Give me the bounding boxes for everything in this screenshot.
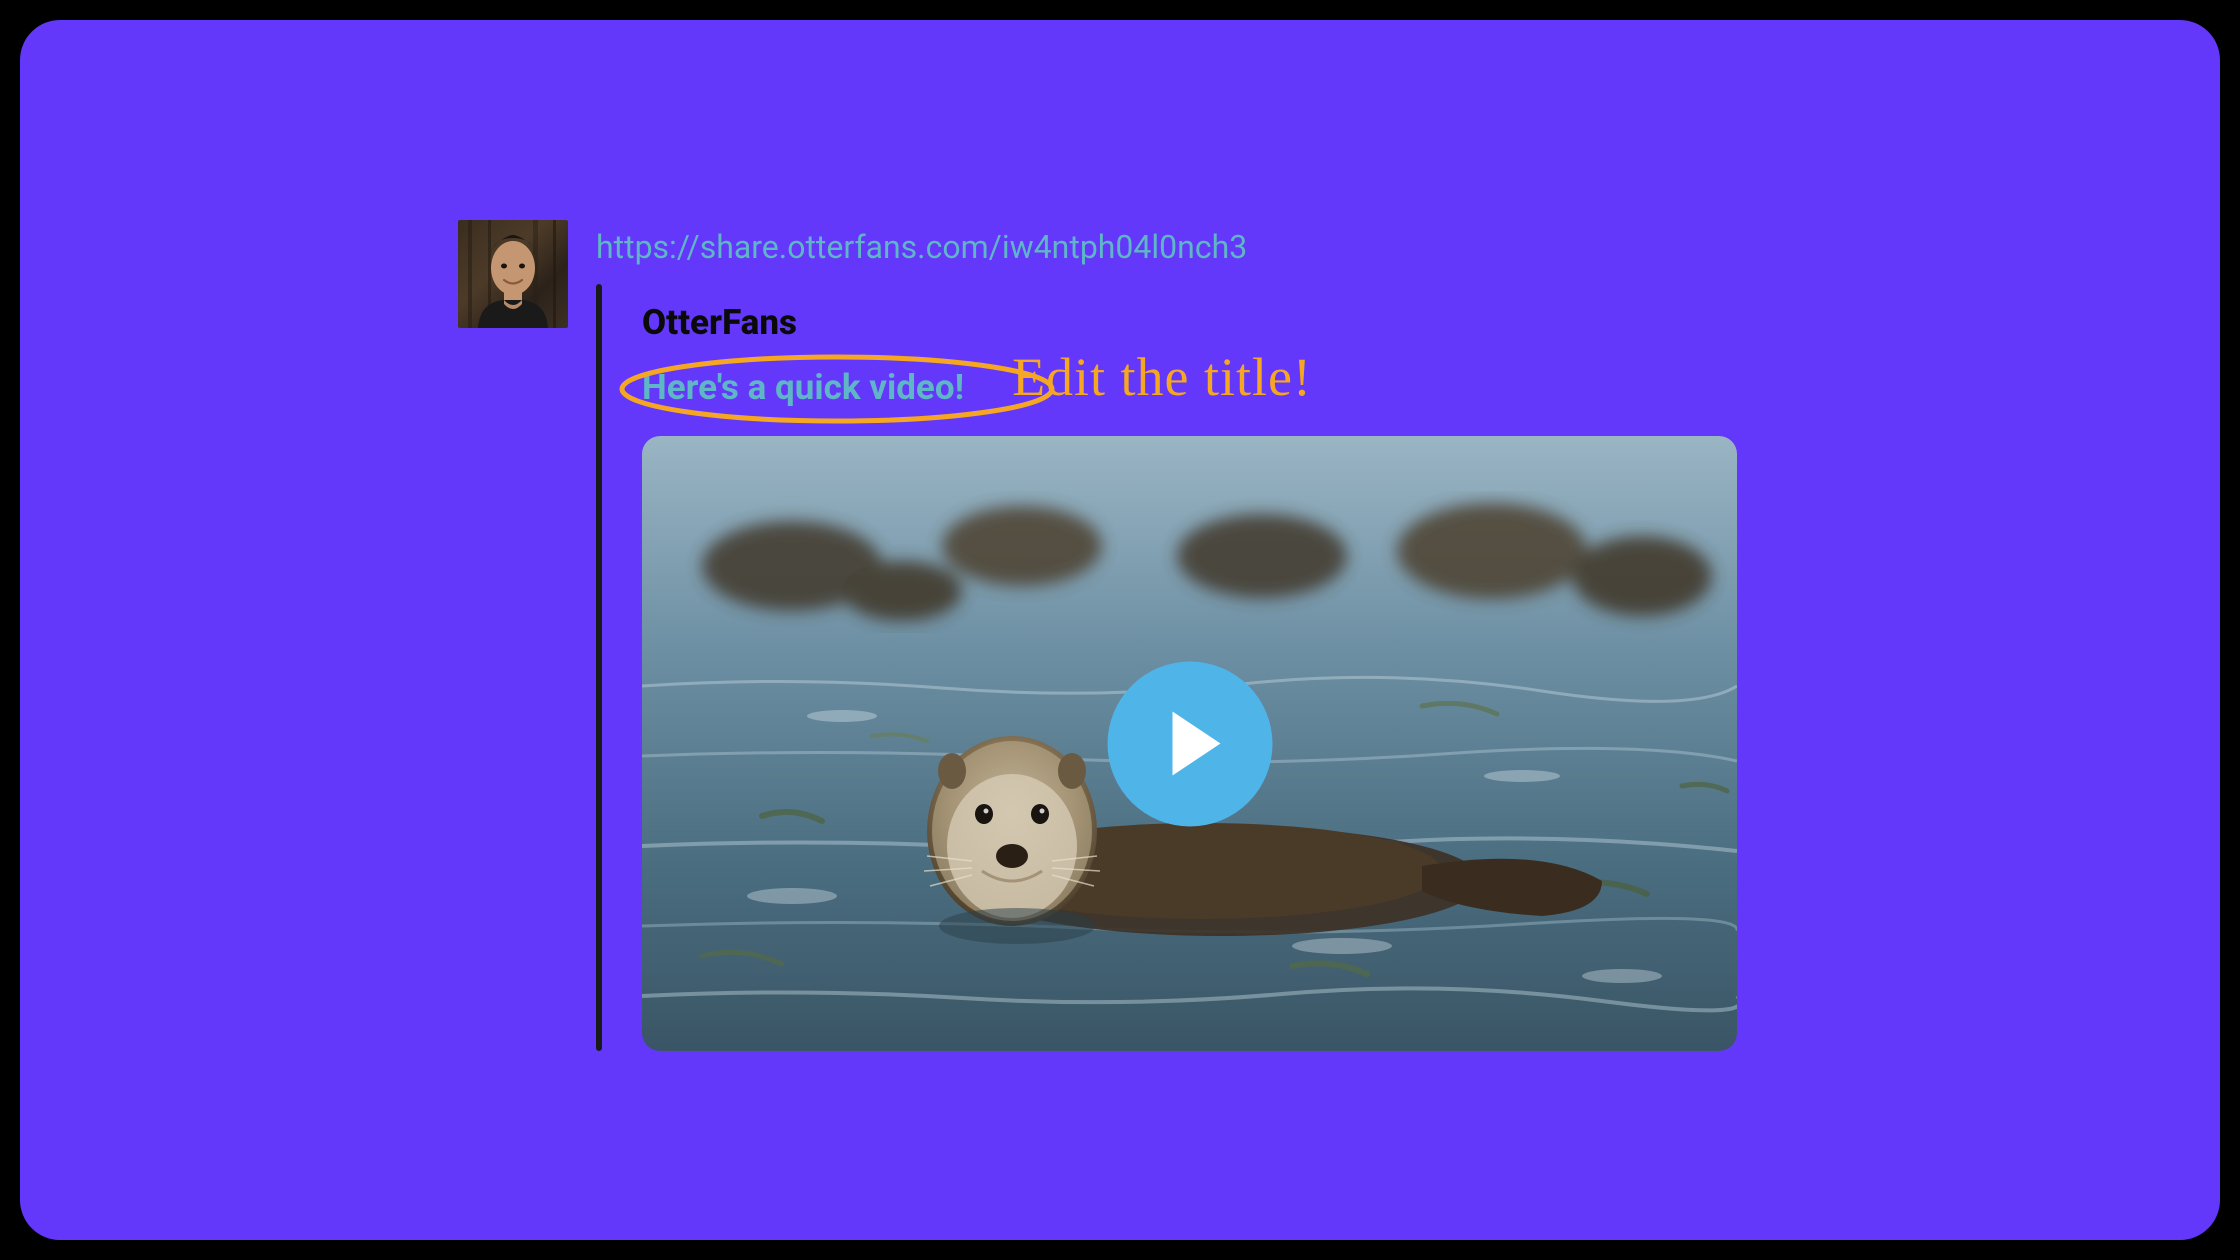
embed-area: OtterFans Here's a quick video! Edit the… — [596, 284, 1737, 1051]
canvas-background: https://share.otterfans.com/iw4ntph04l0n… — [20, 20, 2220, 1240]
play-button[interactable] — [1107, 661, 1272, 826]
message-container: https://share.otterfans.com/iw4ntph04l0n… — [458, 220, 1737, 1051]
title-row: Here's a quick video! Edit the title! — [642, 367, 1737, 408]
video-thumbnail[interactable] — [642, 436, 1737, 1051]
circle-annotation-icon — [612, 349, 1072, 429]
avatar[interactable] — [458, 220, 568, 328]
site-name: OtterFans — [642, 302, 1737, 343]
share-link[interactable]: https://share.otterfans.com/iw4ntph04l0n… — [596, 228, 1737, 266]
play-icon — [1173, 712, 1221, 776]
embed-accent-bar — [596, 284, 602, 1051]
message-content: https://share.otterfans.com/iw4ntph04l0n… — [596, 220, 1737, 1051]
embed-content: OtterFans Here's a quick video! Edit the… — [642, 284, 1737, 1051]
